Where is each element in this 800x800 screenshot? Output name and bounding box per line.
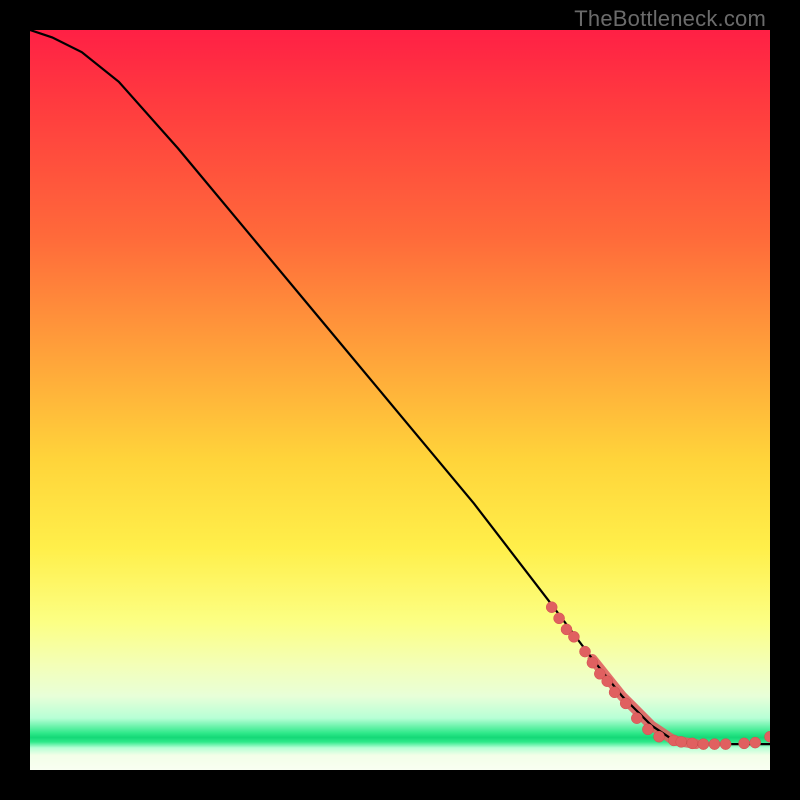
background-gradient — [30, 30, 770, 770]
watermark-text: TheBottleneck.com — [574, 6, 766, 32]
chart-frame: TheBottleneck.com — [0, 0, 800, 800]
plot-area — [30, 30, 770, 770]
